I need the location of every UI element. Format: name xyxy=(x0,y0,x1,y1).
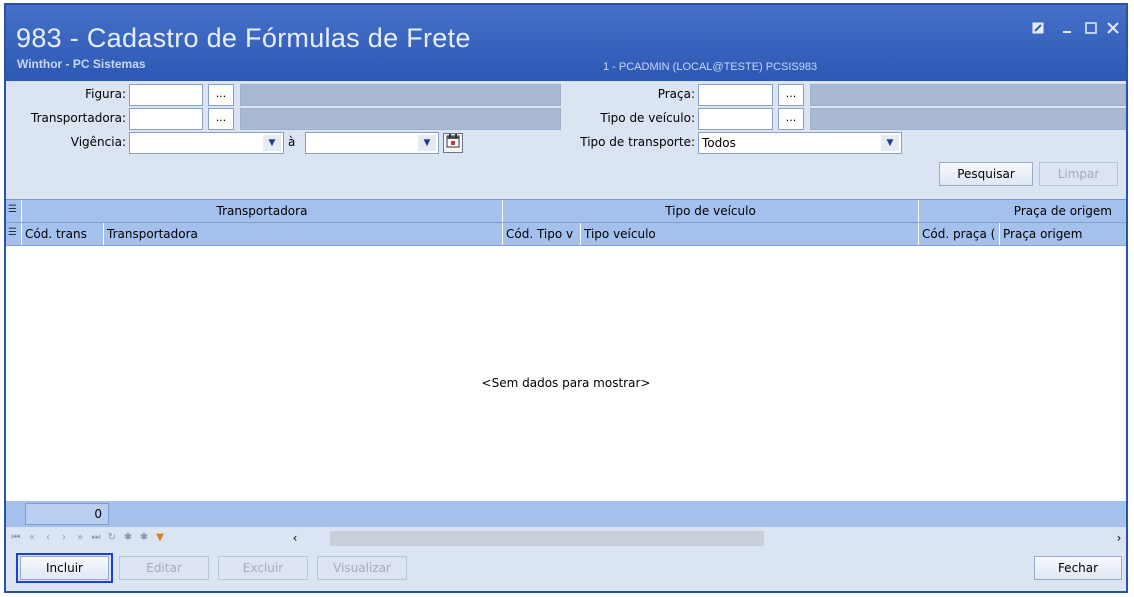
maximize-icon[interactable] xyxy=(1081,20,1101,38)
tipo-transporte-label: Tipo de transporte: xyxy=(580,135,695,149)
praca-label: Praça: xyxy=(657,87,695,101)
praca-code-input[interactable] xyxy=(698,84,773,106)
vigencia-end-date[interactable]: ▼ xyxy=(305,132,439,154)
pesquisar-button[interactable]: Pesquisar xyxy=(939,162,1033,186)
action-bar: Incluir Editar Excluir Visualizar Fechar xyxy=(6,549,1126,591)
chevron-down-icon[interactable]: ▼ xyxy=(881,135,899,151)
band-tipo-veiculo[interactable]: Tipo de veículo xyxy=(503,200,919,222)
window-title: 983 - Cadastro de Fórmulas de Frete xyxy=(16,23,471,53)
chevron-down-icon[interactable]: ▼ xyxy=(263,135,281,151)
record-count: 0 xyxy=(25,503,109,525)
horizontal-scrollbar[interactable]: ‹ › xyxy=(248,530,1126,547)
minimize-icon[interactable] xyxy=(1058,20,1078,38)
transportadora-browse-button[interactable]: ... xyxy=(208,108,234,130)
band-customize-icon[interactable]: ☰ xyxy=(6,200,22,222)
vigencia-separator: à xyxy=(288,135,296,149)
figura-browse-button[interactable]: ... xyxy=(208,84,234,106)
grid-column-header: ☰ Cód. trans Transportadora Cód. Tipo v … xyxy=(6,223,1126,246)
grid-navigator: ⏮ « ‹ › » ⏭ ↻ ✱ ✱ ▼ ‹ › xyxy=(6,527,1126,549)
chevron-down-icon[interactable]: ▼ xyxy=(418,135,436,151)
title-bar: 983 - Cadastro de Fórmulas de Frete Wint… xyxy=(6,5,1126,81)
vigencia-start-date[interactable]: ▼ xyxy=(129,132,284,154)
session-info: 1 - PCADMIN (LOCAL@TESTE) PCSIS983 xyxy=(603,61,818,73)
column-cod-praca[interactable]: Cód. praça ( xyxy=(919,223,1000,245)
nav-next-icon[interactable]: › xyxy=(58,530,70,546)
scroll-left-icon[interactable]: ‹ xyxy=(288,530,302,547)
close-icon[interactable] xyxy=(1103,20,1123,38)
app-subtitle: Winthor - PC Sistemas xyxy=(17,57,146,71)
figura-code-input[interactable] xyxy=(129,84,203,106)
nav-refresh-icon[interactable]: ↻ xyxy=(106,530,118,546)
restore-icon[interactable] xyxy=(1028,20,1048,38)
grid-band-header: ☰ Transportadora Tipo de veículo Praça d… xyxy=(6,200,1126,223)
empty-grid-message: <Sem dados para mostrar> xyxy=(481,376,651,390)
excluir-button[interactable]: Excluir xyxy=(218,556,308,580)
fechar-button[interactable]: Fechar xyxy=(1034,556,1122,580)
figura-description-field xyxy=(240,84,561,106)
column-cod-tipo-veiculo[interactable]: Cód. Tipo v xyxy=(503,223,581,245)
column-customize-icon[interactable]: ☰ xyxy=(6,223,22,245)
visualizar-button[interactable]: Visualizar xyxy=(317,556,407,580)
tipo-veiculo-label: Tipo de veículo: xyxy=(600,111,695,125)
tipo-veiculo-browse-button[interactable]: ... xyxy=(778,108,804,130)
nav-last-icon[interactable]: ⏭ xyxy=(90,530,102,546)
results-grid: ☰ Transportadora Tipo de veículo Praça d… xyxy=(6,199,1126,528)
filter-panel: Figura: ... Transportadora: ... Vigência… xyxy=(6,81,1126,199)
transportadora-label: Transportadora: xyxy=(31,111,126,125)
praca-description-field xyxy=(810,84,1126,106)
tipo-transporte-value: Todos xyxy=(702,136,736,150)
scroll-thumb[interactable] xyxy=(330,531,764,546)
band-transportadora[interactable]: Transportadora xyxy=(22,200,503,222)
tipo-veiculo-description-field xyxy=(810,108,1126,130)
praca-browse-button[interactable]: ... xyxy=(778,84,804,106)
column-transportadora[interactable]: Transportadora xyxy=(104,223,503,245)
main-window: 983 - Cadastro de Fórmulas de Frete Wint… xyxy=(4,3,1128,593)
limpar-button[interactable]: Limpar xyxy=(1039,162,1118,186)
incluir-button[interactable]: Incluir xyxy=(20,556,109,580)
nav-next-page-icon[interactable]: » xyxy=(74,530,86,546)
band-praca-origem[interactable]: Praça de origem xyxy=(919,200,1126,222)
calendar-icon[interactable] xyxy=(443,133,463,153)
column-tipo-veiculo[interactable]: Tipo veículo xyxy=(581,223,919,245)
nav-insert-icon[interactable]: ✱ xyxy=(122,530,134,546)
column-cod-trans[interactable]: Cód. trans xyxy=(22,223,104,245)
vigencia-label: Vigência: xyxy=(70,135,126,149)
scroll-right-icon[interactable]: › xyxy=(1112,530,1126,547)
filter-icon[interactable]: ▼ xyxy=(154,530,166,546)
column-praca-origem[interactable]: Praça origem xyxy=(1000,223,1126,245)
transportadora-description-field xyxy=(240,108,561,130)
nav-append-icon[interactable]: ✱ xyxy=(138,530,150,546)
editar-button[interactable]: Editar xyxy=(119,556,209,580)
tipo-veiculo-code-input[interactable] xyxy=(698,108,773,130)
figura-label: Figura: xyxy=(85,87,126,101)
nav-prior-icon[interactable]: ‹ xyxy=(42,530,54,546)
nav-prior-page-icon[interactable]: « xyxy=(26,530,38,546)
tipo-transporte-select[interactable]: Todos ▼ xyxy=(698,132,902,154)
transportadora-code-input[interactable] xyxy=(129,108,203,130)
nav-first-icon[interactable]: ⏮ xyxy=(10,530,22,546)
grid-footer: 0 xyxy=(6,501,1126,527)
